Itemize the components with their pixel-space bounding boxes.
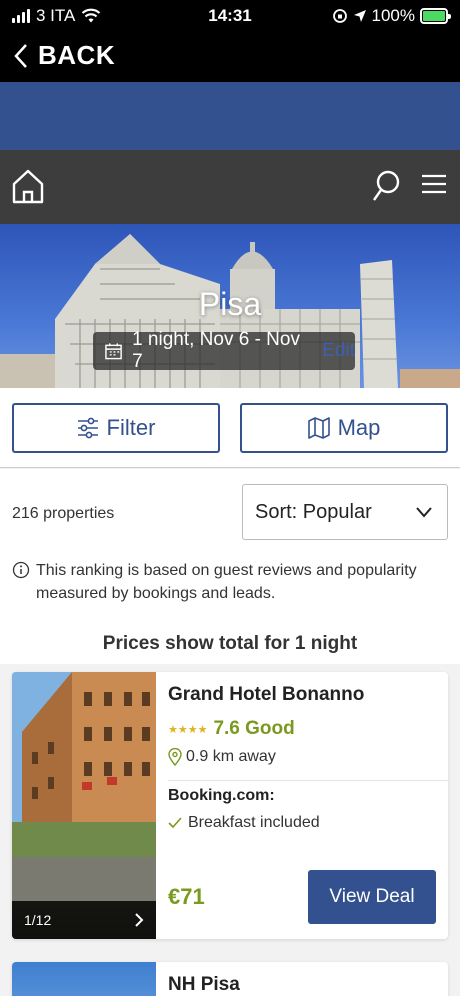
prices-note: Prices show total for 1 night xyxy=(102,633,358,654)
hamburger-menu-icon xyxy=(422,174,446,194)
sliders-icon xyxy=(77,417,98,439)
status-bar: 3 ITA 14:31 100% xyxy=(0,0,460,32)
back-button[interactable]: BACK xyxy=(14,40,115,71)
photo-pager: 1/12 xyxy=(12,901,156,939)
info-icon[interactable] xyxy=(12,561,30,579)
perk-text: Breakfast included xyxy=(188,814,320,831)
sort-label: Sort: Popular xyxy=(255,500,372,523)
perk-item: Breakfast included xyxy=(168,814,320,832)
map-icon xyxy=(307,417,330,439)
hotel-info: Grand Hotel Bonanno ★★★★ 7.6 Good 0.9 km… xyxy=(168,672,448,939)
map-label: Map xyxy=(337,415,381,440)
dates-label: 1 night, Nov 6 - Nov 7 xyxy=(132,329,300,372)
map-button[interactable]: Map xyxy=(240,403,448,453)
location-pin-icon xyxy=(168,748,182,766)
calendar-icon xyxy=(105,343,122,360)
filter-label: Filter xyxy=(106,415,156,440)
filter-row: Filter Map xyxy=(0,388,460,468)
view-deal-button[interactable]: View Deal xyxy=(308,870,436,924)
location-icon xyxy=(353,10,366,22)
search-icon xyxy=(373,170,400,201)
brand-band xyxy=(0,82,460,150)
hotel-name[interactable]: NH Pisa xyxy=(168,974,240,996)
sort-dropdown[interactable]: Sort: Popular xyxy=(242,484,448,540)
provider-name: Booking.com: xyxy=(168,787,275,804)
results-header: 216 properties Sort: Popular This rankin… xyxy=(0,469,460,664)
hero-banner: Pisa 1 night, Nov 6 - Nov 7 Edit xyxy=(0,224,460,388)
home-button[interactable] xyxy=(12,168,44,209)
battery-icon xyxy=(420,8,451,24)
chevron-left-icon xyxy=(14,43,27,68)
ranking-note: This ranking is based on guest reviews a… xyxy=(12,559,442,605)
back-label: BACK xyxy=(38,40,116,70)
back-bar: BACK xyxy=(0,32,460,82)
hotel-card[interactable]: NH Pisa xyxy=(12,962,448,996)
hotel-price: €71 xyxy=(168,884,205,909)
date-selector[interactable]: 1 night, Nov 6 - Nov 7 Edit xyxy=(93,329,355,372)
orientation-lock-icon xyxy=(332,9,347,23)
home-icon xyxy=(12,169,44,204)
battery-percent: 100% xyxy=(371,6,415,25)
photo-index: 1/12 xyxy=(24,912,52,928)
property-count: 216 properties xyxy=(12,505,115,522)
edit-dates-link[interactable]: Edit xyxy=(322,340,355,362)
chevron-down-icon xyxy=(416,507,432,518)
status-right: 100% xyxy=(332,6,451,26)
chevron-right-icon[interactable] xyxy=(134,912,144,928)
hotel-rating: ★★★★ 7.6 Good xyxy=(168,718,295,740)
city-title: Pisa xyxy=(198,286,262,322)
hotel-card[interactable]: 1/12 Grand Hotel Bonanno ★★★★ 7.6 Good 0… xyxy=(12,672,448,939)
hotel-building-image xyxy=(12,672,156,901)
menu-button[interactable] xyxy=(422,174,446,199)
hotel-name[interactable]: Grand Hotel Bonanno xyxy=(168,684,364,706)
hotel-photo[interactable]: 1/12 xyxy=(12,672,156,939)
ranking-text: This ranking is based on guest reviews a… xyxy=(36,562,417,602)
nav-bar xyxy=(0,150,460,224)
hotel-photo[interactable] xyxy=(12,962,156,996)
filter-button[interactable]: Filter xyxy=(12,403,220,453)
star-rating-icon: ★★★★ xyxy=(168,723,208,736)
hotel-distance: 0.9 km away xyxy=(168,748,276,766)
hotel-info: NH Pisa xyxy=(168,962,448,996)
divider xyxy=(168,780,448,781)
rating-text: 7.6 Good xyxy=(213,718,295,739)
distance-text: 0.9 km away xyxy=(186,748,276,765)
search-button[interactable] xyxy=(372,170,400,207)
checkmark-icon xyxy=(168,817,182,829)
